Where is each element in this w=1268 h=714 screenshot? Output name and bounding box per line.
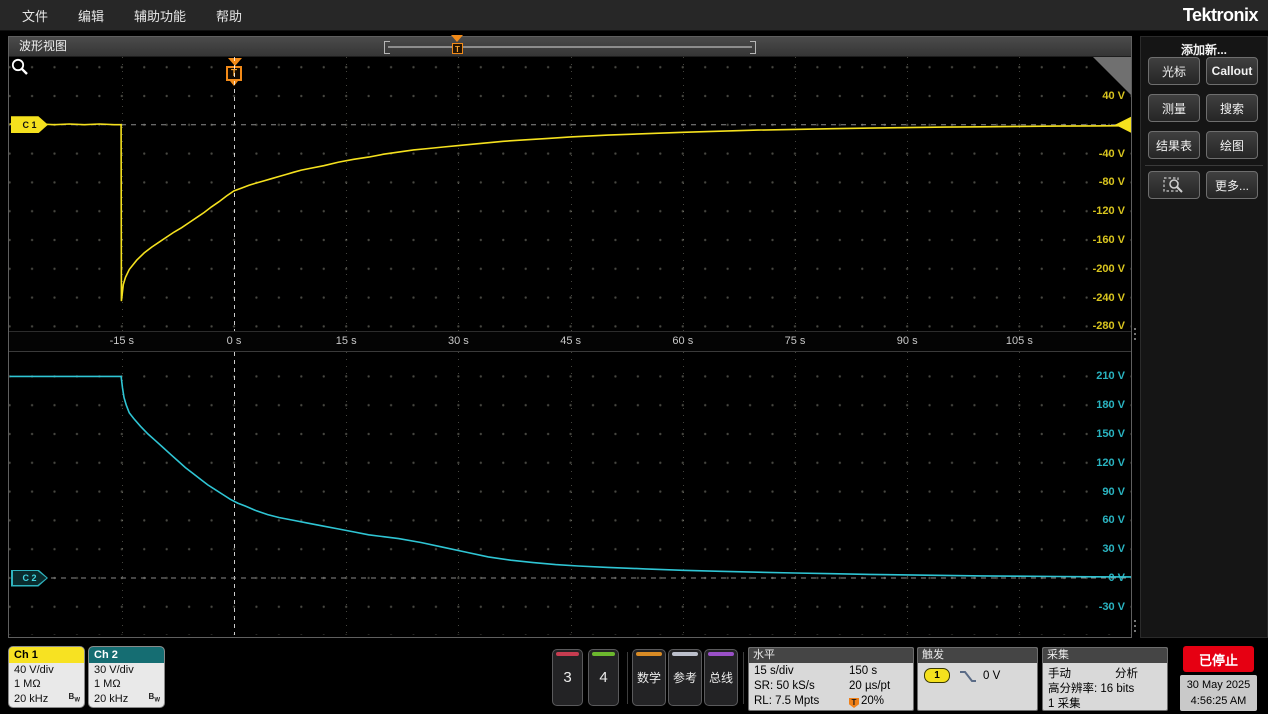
- channel-button-总线[interactable]: 总线: [704, 649, 738, 706]
- menu-item-1[interactable]: 编辑: [78, 6, 104, 25]
- record-length: RL: 7.5 Mpts: [754, 695, 819, 707]
- horizontal-panel[interactable]: 水平 15 s/div 150 s SR: 50 kS/s 20 µs/pt R…: [748, 647, 914, 711]
- sidebar-button-2[interactable]: 测量: [1148, 94, 1200, 122]
- more-button[interactable]: 更多...: [1206, 171, 1258, 199]
- bottombar-separator: [627, 652, 628, 704]
- trigger-level: 0 V: [983, 670, 1000, 682]
- time-axis: -15 s 0 s 15 s 30 s 45 s 60 s 75 s 90 s 105 s: [9, 331, 1131, 352]
- time-tick-label: 30 s: [448, 335, 469, 347]
- falling-edge-icon: [958, 669, 978, 684]
- add-new-title: 添加新...: [1141, 41, 1267, 58]
- trigger-position-mini-icon: T: [849, 698, 859, 708]
- channel1-level-arrow-icon[interactable]: [1115, 117, 1131, 133]
- time-tick-label: 75 s: [785, 335, 806, 347]
- channel2-flag-label: C 2: [13, 571, 47, 585]
- channel2-impedance: 1 MΩ: [89, 677, 164, 691]
- sidebar-button-4[interactable]: 结果表: [1148, 131, 1200, 159]
- channel-color-stripe: [556, 652, 579, 656]
- sidebar-button-1[interactable]: Callout: [1206, 57, 1258, 85]
- bandwidth-limit-icon: BW: [69, 692, 80, 704]
- time-tick-label: -15 s: [110, 335, 134, 347]
- datetime-display: 30 May 2025 4:56:25 AM: [1180, 675, 1257, 711]
- time-tick-label: 0 s: [227, 335, 242, 347]
- waveform-view-title: 波形视图: [9, 39, 67, 53]
- acquisition-detail: 高分辨率: 16 bits: [1048, 680, 1134, 696]
- channel-button-3[interactable]: 3: [552, 649, 583, 706]
- channel-color-stripe: [708, 652, 734, 656]
- time-tick-label: 90 s: [897, 335, 918, 347]
- acquisition-panel-title: 采集: [1043, 648, 1167, 663]
- time-tick-label: 105 s: [1006, 335, 1033, 347]
- sidebar-divider: [1145, 165, 1263, 166]
- minimap-trigger-t-icon[interactable]: T: [452, 43, 463, 54]
- horizontal-panel-title: 水平: [749, 648, 913, 663]
- run-stop-button[interactable]: 已停止: [1183, 646, 1254, 672]
- channel1-badge[interactable]: Ch 1 40 V/div 1 MΩ 20 kHz BW: [8, 646, 85, 708]
- channel-color-stripe: [636, 652, 662, 656]
- channel2-badge[interactable]: Ch 2 30 V/div 1 MΩ 20 kHz BW: [88, 646, 165, 708]
- tektronix-logo: Tektronix: [1183, 5, 1258, 26]
- horizontal-scale: 15 s/div: [754, 665, 794, 677]
- menu-item-0[interactable]: 文件: [22, 6, 48, 25]
- zoom-area-icon: [1162, 175, 1186, 195]
- waveform-view-window: 波形视图 T T 40 V-40 V-80 V-120 V-160 V-200 …: [8, 36, 1132, 638]
- trigger-source-badge: 1: [924, 668, 950, 683]
- trigger-panel-title: 触发: [918, 648, 1037, 663]
- channel2-badge-title: Ch 2: [89, 647, 164, 663]
- oscilloscope-app: 文件 编辑 辅助功能 帮助 Tektronix 波形视图 T T 40 V-40 V-…: [0, 0, 1268, 714]
- trigger-position-percent: T20%: [849, 695, 884, 708]
- trigger-panel[interactable]: 触发 1 0 V: [917, 647, 1038, 711]
- menu-bar: 文件 编辑 辅助功能 帮助: [0, 0, 1268, 31]
- graticule-channel2[interactable]: 210 V180 V150 V120 V90 V60 V30 V0 V-30 V…: [9, 351, 1131, 635]
- sidebar-button-0[interactable]: 光标: [1148, 57, 1200, 85]
- date-text: 30 May 2025: [1180, 677, 1257, 693]
- sample-rate: SR: 50 kS/s: [754, 680, 815, 692]
- minimap-right-bracket-icon: [750, 41, 756, 54]
- channel-button-4[interactable]: 4: [588, 649, 619, 706]
- sidebar-button-5[interactable]: 绘图: [1206, 131, 1258, 159]
- sample-resolution: 20 µs/pt: [849, 680, 890, 692]
- waveform-trace-c2: [9, 352, 1131, 635]
- channel1-badge-title: Ch 1: [9, 647, 84, 663]
- channel2-scale: 30 V/div: [89, 663, 164, 677]
- horizontal-window: 150 s: [849, 665, 877, 677]
- channel1-scale: 40 V/div: [9, 663, 84, 677]
- trace-line: [10, 124, 1131, 301]
- splitter-handle2-icon[interactable]: [1133, 620, 1137, 632]
- time-tick-label: 45 s: [560, 335, 581, 347]
- channel-color-stripe: [592, 652, 615, 656]
- zoom-area-button[interactable]: [1148, 171, 1200, 199]
- channel-color-stripe: [672, 652, 698, 656]
- minimap-trigger-arrow-icon[interactable]: [451, 35, 463, 42]
- acquisition-mode: 手动: [1048, 665, 1071, 681]
- add-new-sidebar: 添加新... 更多... 光标Callout测量搜索结果表绘图: [1140, 36, 1268, 638]
- splitter-handle-icon[interactable]: [1133, 328, 1137, 340]
- waveform-trace-c1: [9, 57, 1131, 331]
- channel1-impedance: 1 MΩ: [9, 677, 84, 691]
- horizontal-position-minimap[interactable]: T: [384, 37, 756, 56]
- acquisition-count: 1 采集: [1048, 695, 1081, 711]
- channel-button-数学[interactable]: 数学: [632, 649, 666, 706]
- waveform-view-titlebar: 波形视图 T: [9, 37, 1131, 57]
- bandwidth-limit-icon: BW: [149, 692, 160, 704]
- channel-button-参考[interactable]: 参考: [668, 649, 702, 706]
- time-tick-label: 60 s: [672, 335, 693, 347]
- acquisition-analyze: 分析: [1115, 665, 1138, 681]
- acquisition-panel[interactable]: 采集 手动 分析 高分辨率: 16 bits 1 采集: [1042, 647, 1168, 711]
- time-tick-label: 15 s: [336, 335, 357, 347]
- sidebar-button-3[interactable]: 搜索: [1206, 94, 1258, 122]
- trace-line: [10, 376, 1131, 577]
- minimap-track: [388, 46, 752, 48]
- menu-item-2[interactable]: 辅助功能: [134, 6, 186, 25]
- graticule-channel1[interactable]: T 40 V-40 V-80 V-120 V-160 V-200 V-240 V…: [9, 57, 1131, 331]
- time-text: 4:56:25 AM: [1180, 693, 1257, 709]
- menu-item-3[interactable]: 帮助: [216, 6, 242, 25]
- bottombar-separator: [743, 652, 744, 704]
